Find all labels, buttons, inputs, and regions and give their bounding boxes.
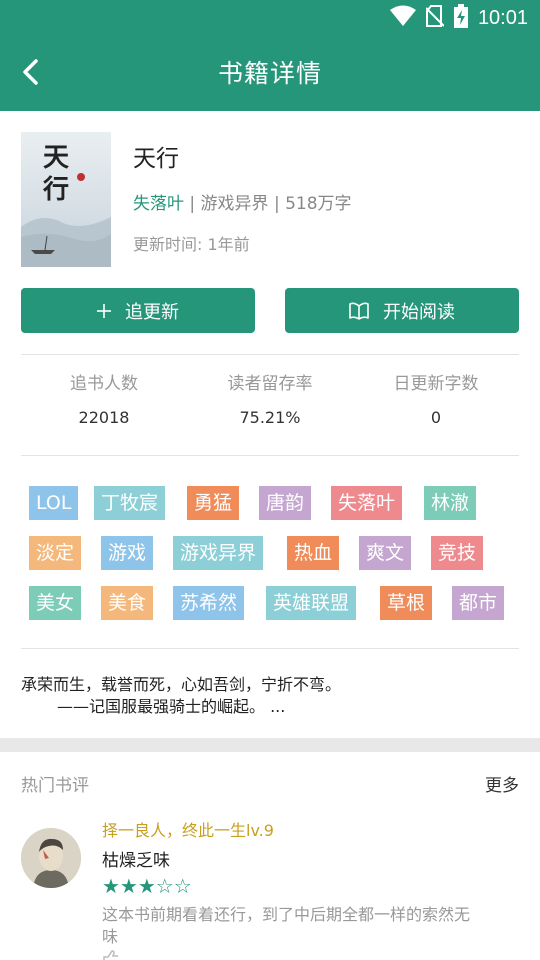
review-rating-stars: ★★★☆☆ [102, 874, 192, 898]
hot-reviews-heading: 热门书评 [21, 776, 89, 796]
divider [21, 354, 519, 355]
tag[interactable]: 都市 [452, 586, 505, 620]
book-info: 天行 天行 失落叶 | 游戏异界 | 518万字 更新时间: 1年前 [21, 131, 519, 267]
stat-value: 22018 [78, 408, 130, 427]
start-reading-button[interactable]: 开始阅读 [285, 288, 519, 333]
battery-charging-icon [453, 4, 468, 32]
follow-button[interactable]: 追更新 [21, 288, 255, 333]
status-time: 10:01 [477, 7, 528, 29]
thumbs-up-icon[interactable] [102, 950, 124, 960]
book-update-time: 更新时间: 1年前 [133, 235, 250, 254]
tag[interactable]: 游戏 [101, 536, 154, 570]
intro-line: 承荣而生，载誉而死，心如吾剑，宁折不弯。 [21, 675, 342, 694]
tag[interactable]: 英雄联盟 [266, 586, 357, 620]
stat-label: 读者留存率 [227, 374, 313, 394]
book-author[interactable]: 失落叶 [133, 194, 184, 214]
book-title: 天行 [133, 146, 179, 172]
book-meta: 失落叶 | 游戏异界 | 518万字 [133, 192, 352, 216]
tag[interactable]: 勇猛 [187, 486, 240, 520]
review-title: 枯燥乏味 [102, 851, 170, 871]
tag[interactable]: 苏希然 [173, 586, 245, 620]
app-header: 书籍详情 [0, 36, 540, 111]
tag[interactable]: 游戏异界 [173, 536, 264, 570]
cover-title: 天行 [43, 143, 70, 205]
meta-separator: | [189, 194, 196, 214]
stat-daily-words: 日更新字数 0 [353, 372, 519, 430]
no-sim-icon [425, 5, 445, 31]
tag[interactable]: 草根 [380, 586, 433, 620]
meta-separator: | [273, 194, 280, 214]
divider [21, 455, 519, 456]
stat-value: 75.21% [239, 408, 301, 427]
review-item[interactable]: 择一良人，终此一生lv.9 枯燥乏味 ★★★☆☆ 这本书前期看着还行，到了中后期… [21, 820, 519, 960]
tag[interactable]: 竞技 [431, 536, 484, 570]
review-body: 这本书前期看着还行，到了中后期全都一样的索然无味 [102, 905, 471, 946]
book-stats: 追书人数 22018 读者留存率 75.21% 日更新字数 0 [21, 372, 519, 436]
tag[interactable]: LOL [29, 486, 79, 520]
tag[interactable]: 美女 [29, 586, 82, 620]
divider [21, 648, 519, 649]
start-reading-label: 开始阅读 [383, 301, 455, 323]
stat-label: 追书人数 [70, 374, 138, 394]
more-reviews-link[interactable]: 更多 [485, 774, 519, 798]
stat-followers: 追书人数 22018 [21, 372, 187, 430]
book-cover[interactable]: 天行 [21, 132, 111, 267]
plus-icon [97, 303, 111, 318]
hot-reviews-header: 热门书评 更多 [21, 774, 519, 800]
follow-button-label: 追更新 [125, 301, 179, 323]
page-title: 书籍详情 [217, 59, 322, 88]
tag[interactable]: 唐韵 [259, 486, 312, 520]
book-intro[interactable]: 承荣而生，载誉而死，心如吾剑，宁折不弯。 ——记国服最强骑士的崛起。 ... [21, 674, 519, 718]
book-word-count: 518万字 [285, 194, 352, 214]
stat-label: 日更新字数 [393, 374, 479, 394]
action-buttons: 追更新 开始阅读 [21, 288, 519, 333]
book-category: 游戏异界 [200, 194, 269, 214]
review-username[interactable]: 择一良人，终此一生lv.9 [102, 820, 274, 842]
open-book-icon [349, 302, 369, 320]
tag[interactable]: 丁牧宸 [94, 486, 166, 520]
tag[interactable]: 失落叶 [331, 486, 403, 520]
intro-line: ——记国服最强骑士的崛起。 ... [57, 697, 286, 716]
status-bar: 10:01 [0, 0, 540, 36]
stat-retention: 读者留存率 75.21% [187, 372, 353, 430]
avatar[interactable] [21, 828, 81, 888]
tag[interactable]: 林澈 [424, 486, 477, 520]
tag[interactable]: 爽文 [359, 536, 412, 570]
tag[interactable]: 美食 [101, 586, 154, 620]
stat-value: 0 [430, 408, 442, 427]
section-gap [0, 738, 540, 752]
tag[interactable]: 淡定 [29, 536, 82, 570]
wifi-icon [389, 5, 416, 31]
tag[interactable]: 热血 [287, 536, 340, 570]
